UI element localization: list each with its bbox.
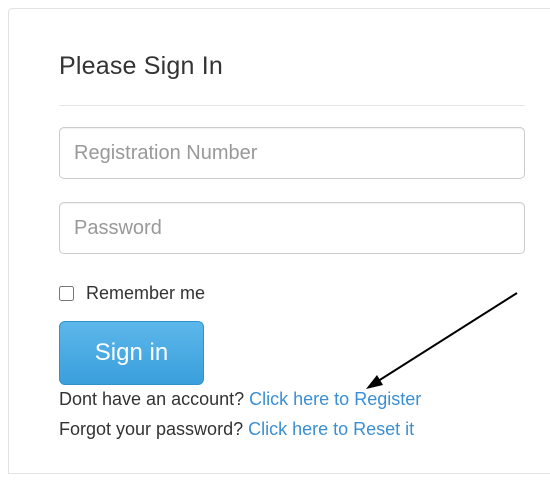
title-divider [59,105,525,106]
register-line: Dont have an account? Click here to Regi… [59,389,421,410]
remember-me-label: Remember me [86,282,206,303]
remember-me[interactable]: Remember me [59,282,205,304]
signin-panel: Please Sign In Remember me Sign in Dont … [8,8,550,474]
register-prompt: Dont have an account? [59,389,245,409]
remember-me-checkbox[interactable] [59,285,74,301]
forgot-prompt: Forgot your password? [59,419,244,439]
register-link[interactable]: Click here to Register [249,389,421,409]
reset-line: Forgot your password? Click here to Rese… [59,419,414,440]
reset-password-link[interactable]: Click here to Reset it [248,419,414,439]
sign-in-button[interactable]: Sign in [59,321,204,385]
password-input[interactable] [59,202,525,254]
page-title: Please Sign In [59,52,224,80]
registration-number-input[interactable] [59,127,525,179]
